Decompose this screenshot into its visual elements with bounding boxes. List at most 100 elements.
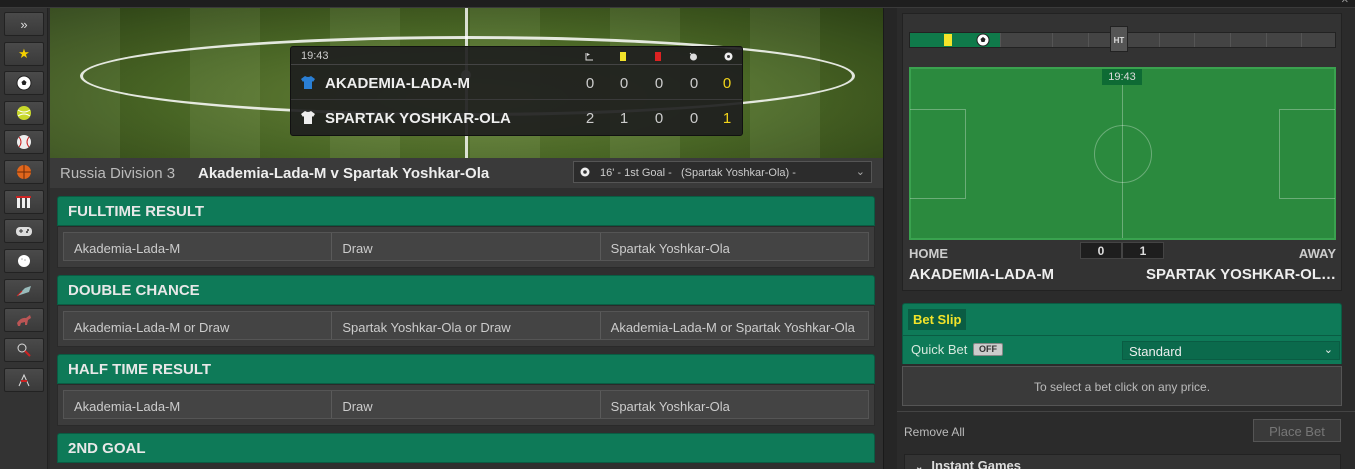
odds-button[interactable]: Akademia-Lada-M or Spartak Yoshkar-Ola bbox=[601, 312, 868, 339]
away-team-name: SPARTAK YOSHKAR-OL… bbox=[1145, 266, 1336, 283]
red-card-icon bbox=[653, 51, 663, 61]
match-header: Russia Division 3 Akademia-Lada-M v Spar… bbox=[50, 158, 883, 188]
goal-ball-icon bbox=[976, 33, 990, 52]
bet-slip-footer: Remove All Place Bet bbox=[897, 411, 1355, 451]
away-shirt-icon bbox=[301, 111, 315, 129]
soccer-ball-icon[interactable] bbox=[4, 71, 44, 95]
instant-games-label: Instant Games bbox=[931, 458, 1021, 469]
match-hero-banner: 19:43 AKADEMIA-LADA-M 0 0 0 0 0 SPARTAK … bbox=[50, 8, 883, 158]
tracker-pitch: 19:43 bbox=[909, 67, 1336, 240]
timeline-tick bbox=[1088, 33, 1089, 47]
badminton-icon[interactable] bbox=[4, 338, 44, 362]
timeline-tick bbox=[1052, 33, 1053, 47]
odds-button[interactable]: Spartak Yoshkar-Ola bbox=[601, 233, 868, 260]
timeline-tick bbox=[1230, 33, 1231, 47]
tracker-time: 19:43 bbox=[1102, 69, 1142, 85]
market-body: Akademia-Lada-M Draw Spartak Yoshkar-Ola bbox=[57, 226, 875, 268]
away-penalties: 0 bbox=[689, 110, 699, 127]
event-dropdown[interactable]: 16' - 1st Goal - (Spartak Yoshkar-Ola) -… bbox=[573, 161, 872, 183]
goal-event-icon bbox=[580, 167, 590, 180]
odds-button[interactable]: Draw bbox=[332, 233, 601, 260]
bet-slip-title[interactable]: Bet Slip bbox=[908, 309, 967, 330]
market-header[interactable]: DOUBLE CHANCE bbox=[57, 275, 875, 305]
instant-games-header[interactable]: ⌄ Instant Games bbox=[904, 454, 1341, 469]
goal-ball-icon bbox=[723, 51, 733, 61]
gamepad-icon[interactable] bbox=[4, 219, 44, 243]
quick-bet-toggle[interactable]: OFF bbox=[973, 343, 1003, 356]
baseball-icon[interactable] bbox=[4, 130, 44, 154]
home-goals: 0 bbox=[722, 75, 732, 92]
market-half-time-result: HALF TIME RESULT Akademia-Lada-M Draw Sp… bbox=[57, 354, 875, 426]
right-panel: HT 19:43 HOME 0 1 AWAY AKADEMIA-LADA-M S… bbox=[897, 8, 1355, 469]
odds-button[interactable]: Akademia-Lada-M bbox=[64, 391, 333, 418]
tennis-ball-icon[interactable] bbox=[4, 101, 44, 125]
markets-list: FULLTIME RESULT Akademia-Lada-M Draw Spa… bbox=[50, 188, 883, 469]
bet-slip-message: To select a bet click on any price. bbox=[902, 366, 1342, 406]
away-red-cards: 0 bbox=[654, 110, 664, 127]
away-score: 1 bbox=[1122, 242, 1164, 259]
odds-row: Akademia-Lada-M Draw Spartak Yoshkar-Ola bbox=[63, 390, 869, 419]
away-team-name: SPARTAK YOSHKAR-OLA bbox=[325, 110, 511, 127]
away-label: AWAY bbox=[1298, 246, 1336, 261]
market-fulltime-result: FULLTIME RESULT Akademia-Lada-M Draw Spa… bbox=[57, 196, 875, 268]
quick-bet-row: Quick Bet OFF Standard ⌄ bbox=[902, 336, 1342, 364]
market-body: Akademia-Lada-M Draw Spartak Yoshkar-Ola bbox=[57, 384, 875, 426]
home-shirt-icon bbox=[301, 76, 315, 94]
darts-icon[interactable] bbox=[4, 279, 44, 303]
scoreboard-time: 19:43 bbox=[301, 50, 329, 62]
odds-row: Akademia-Lada-M or Draw Spartak Yoshkar-… bbox=[63, 311, 869, 340]
scoreboard-row-home: AKADEMIA-LADA-M 0 0 0 0 0 bbox=[291, 65, 742, 100]
close-icon[interactable]: ✕ bbox=[1341, 0, 1349, 6]
odds-button[interactable]: Akademia-Lada-M or Draw bbox=[64, 312, 333, 339]
odds-button[interactable]: Spartak Yoshkar-Ola bbox=[601, 391, 868, 418]
timeline-tick bbox=[1159, 33, 1160, 47]
odds-button[interactable]: Akademia-Lada-M bbox=[64, 233, 333, 260]
flag-icon[interactable] bbox=[4, 368, 44, 392]
chevron-down-icon: ⌄ bbox=[855, 166, 865, 178]
event-dropdown-value: 16' - 1st Goal - (Spartak Yoshkar-Ola) - bbox=[600, 167, 796, 179]
pitch-left-box bbox=[910, 109, 966, 199]
home-corners: 0 bbox=[585, 75, 595, 92]
expand-icon[interactable]: » bbox=[4, 12, 44, 36]
remove-all-link[interactable]: Remove All bbox=[904, 425, 965, 439]
expand-glyph: » bbox=[20, 16, 28, 32]
market-2nd-goal: 2ND GOAL bbox=[57, 433, 875, 463]
market-double-chance: DOUBLE CHANCE Akademia-Lada-M or Draw Sp… bbox=[57, 275, 875, 347]
home-penalties: 0 bbox=[689, 75, 699, 92]
horse-racing-icon[interactable] bbox=[4, 308, 44, 332]
scoreboard-header: 19:43 bbox=[291, 47, 742, 65]
league-name: Russia Division 3 bbox=[60, 165, 176, 182]
timeline-tick bbox=[1194, 33, 1195, 47]
half-time-marker: HT bbox=[1110, 26, 1128, 52]
scoreboard-row-away: SPARTAK YOSHKAR-OLA 2 1 0 0 1 bbox=[291, 100, 742, 135]
home-team-name: AKADEMIA-LADA-M bbox=[909, 266, 1054, 283]
odds-button[interactable]: Spartak Yoshkar-Ola or Draw bbox=[332, 312, 601, 339]
penalty-icon bbox=[688, 51, 698, 61]
center-scrollbar[interactable] bbox=[883, 8, 897, 469]
home-label: HOME bbox=[909, 246, 948, 261]
match-tracker: HT 19:43 HOME 0 1 AWAY AKADEMIA-LADA-M S… bbox=[902, 13, 1342, 291]
tracker-teams: HOME 0 1 AWAY AKADEMIA-LADA-M SPARTAK YO… bbox=[909, 242, 1336, 288]
odds-button[interactable]: Draw bbox=[332, 391, 601, 418]
scoreboard: 19:43 AKADEMIA-LADA-M 0 0 0 0 0 SPARTAK … bbox=[290, 46, 743, 136]
timeline-tick bbox=[1301, 33, 1302, 47]
star-icon[interactable]: ★ bbox=[4, 42, 44, 66]
timeline-tick bbox=[1266, 33, 1267, 47]
pitch-center-circle bbox=[1094, 125, 1152, 183]
odds-row: Akademia-Lada-M Draw Spartak Yoshkar-Ola bbox=[63, 232, 869, 261]
star-glyph: ★ bbox=[18, 46, 30, 61]
golf-icon[interactable] bbox=[4, 249, 44, 273]
market-header[interactable]: FULLTIME RESULT bbox=[57, 196, 875, 226]
away-yellow-cards: 1 bbox=[619, 110, 629, 127]
bet-mode-select[interactable]: Standard ⌄ bbox=[1122, 341, 1340, 360]
place-bet-button[interactable]: Place Bet bbox=[1253, 419, 1341, 442]
market-header[interactable]: HALF TIME RESULT bbox=[57, 354, 875, 384]
basketball-icon[interactable] bbox=[4, 160, 44, 184]
yellow-card-icon bbox=[618, 51, 628, 61]
home-red-cards: 0 bbox=[654, 75, 664, 92]
top-strip: ✕ bbox=[0, 0, 1355, 8]
market-header[interactable]: 2ND GOAL bbox=[57, 433, 875, 463]
chevron-down-icon: ⌄ bbox=[915, 462, 924, 469]
cricket-icon[interactable] bbox=[4, 190, 44, 214]
bet-slip-header: Bet Slip bbox=[902, 303, 1342, 336]
